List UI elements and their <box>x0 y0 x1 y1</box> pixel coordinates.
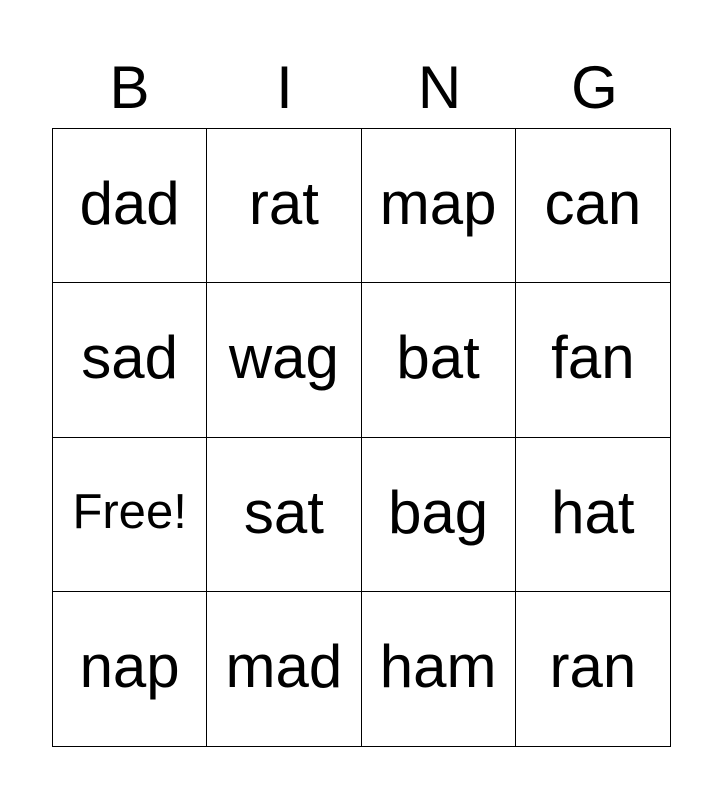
bingo-cell: ran <box>549 633 637 701</box>
bingo-cell: wag <box>207 283 362 438</box>
bingo-cell: ham <box>362 591 516 746</box>
header-letter-g: G <box>571 54 618 121</box>
bingo-cell: mad <box>207 591 362 746</box>
bingo-cell: can <box>515 129 670 284</box>
header-letter-b: B <box>109 54 150 121</box>
bingo-grid: dad rat map can sad wag bat fan Free! sa… <box>52 128 671 747</box>
bingo-cell: nap <box>53 591 208 746</box>
header-letter-n: N <box>417 54 462 121</box>
bingo-cell: hat <box>515 438 670 592</box>
bingo-cell: dad <box>53 129 208 284</box>
bingo-cell: map <box>361 129 516 284</box>
bingo-cell: rat <box>207 129 362 284</box>
bingo-cell: fan <box>515 283 670 438</box>
free-space-cell: Free! <box>53 437 208 592</box>
bingo-cell: bag <box>361 437 516 592</box>
bingo-header: B I N G <box>52 52 672 124</box>
bingo-cell: sat <box>207 437 362 592</box>
bingo-cell: sad <box>53 283 208 438</box>
bingo-cell: bat <box>361 283 516 438</box>
header-letter-i: I <box>276 54 293 121</box>
